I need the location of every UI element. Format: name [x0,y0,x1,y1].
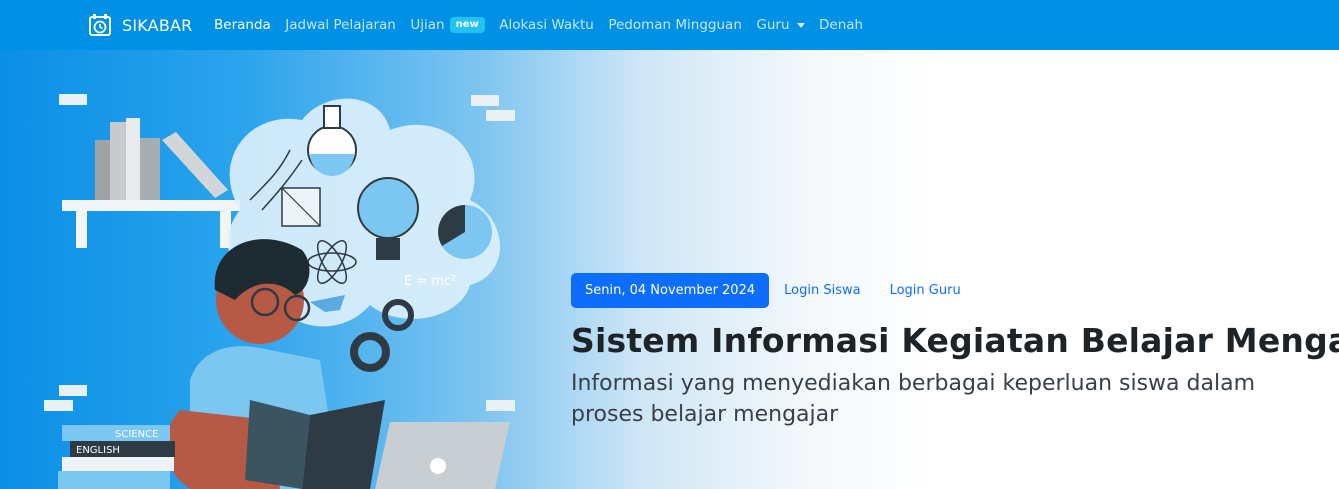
nav-links: Beranda Jadwal Pelajaran Ujian new Aloka… [214,0,878,50]
nav-beranda[interactable]: Beranda [214,17,271,33]
brand-link[interactable]: SIKABAR [88,12,192,38]
formula-text: E = mc² [404,274,456,289]
hero-actions: Senin, 04 November 2024 Login Siswa Logi… [571,272,1331,308]
book-english-label: ENGLISH [76,445,120,456]
nav-guru-label: Guru [756,17,790,33]
brand-name: SIKABAR [122,15,193,35]
student-learning-illustration: E = mc² SCIENCE ENGLISH [44,94,515,489]
top-navbar: SIKABAR Beranda Jadwal Pelajaran Ujian n… [0,0,1339,50]
alarm-clock-icon [88,13,112,37]
nav-ujian[interactable]: Ujian new [410,17,485,33]
nav-jadwal-pelajaran[interactable]: Jadwal Pelajaran [285,17,396,33]
nav-guru-dropdown[interactable]: Guru [756,17,805,33]
caret-down-icon [796,22,805,28]
date-pill[interactable]: Senin, 04 November 2024 [571,272,770,308]
nav-denah[interactable]: Denah [819,17,863,33]
nav-pedoman-mingguan[interactable]: Pedoman Mingguan [608,17,742,33]
new-badge: new [449,17,485,33]
nav-ujian-label: Ujian [410,17,445,33]
hero-content: Senin, 04 November 2024 Login Siswa Logi… [571,272,1339,430]
book-science-label: SCIENCE [115,429,158,440]
hero-section: E = mc² SCIENCE ENGLISH Senin, 04 Novemb… [0,50,1339,489]
hero-title: Sistem Informasi Kegiatan Belajar Mengaj… [571,321,1339,360]
nav-alokasi-waktu[interactable]: Alokasi Waktu [499,17,594,33]
hero-subtitle: Informasi yang menyediakan berbagai kepe… [571,371,1255,427]
login-siswa-link[interactable]: Login Siswa [784,283,874,298]
login-guru-link[interactable]: Login Guru [890,283,975,298]
